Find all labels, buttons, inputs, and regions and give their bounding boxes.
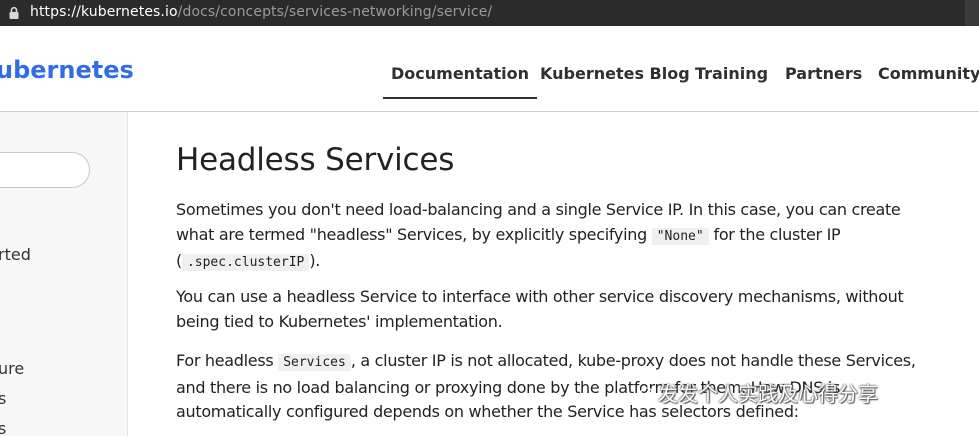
paragraph-headless-intro: Sometimes you don't need load-balancing … [176,198,936,276]
paragraph-headless-discovery: You can use a headless Service to interf… [176,287,904,331]
page-title: Headless Services [176,142,455,178]
code-none: "None" [651,227,709,245]
watermark: 发发个人实践及心得分享 [640,378,878,407]
lock-icon [9,6,19,19]
url-host: https://kubernetes.io [30,4,178,20]
addr-bar-edge [965,0,979,26]
docs-sidebar: rted ure s s [0,112,128,436]
para3-text-1: For headless [176,351,279,370]
sidebar-item-architecture[interactable]: ure [0,359,24,378]
nav-kubernetes-blog[interactable]: Kubernetes Blog [540,64,690,83]
sidebar-search-input[interactable] [0,152,90,188]
browser-address-bar[interactable]: https://kubernetes.io/docs/concepts/serv… [0,0,979,26]
main-nav: Documentation Kubernetes Blog Training P… [0,64,979,104]
sidebar-item-containers[interactable]: s [0,389,6,408]
sidebar-item-getting-started[interactable]: rted [0,245,31,264]
wechat-icon [640,387,656,401]
site-header: ubernetes Documentation Kubernetes Blog … [0,26,979,112]
url-path: /docs/concepts/services-networking/servi… [177,4,493,20]
nav-training[interactable]: Training [695,64,768,83]
nav-documentation[interactable]: Documentation [382,64,538,99]
url-text[interactable]: https://kubernetes.io/docs/concepts/serv… [30,4,492,20]
sidebar-item-workloads[interactable]: s [0,419,6,436]
nav-community[interactable]: Community [878,64,979,83]
code-spec-clusterip: .spec.clusterIP [181,254,310,271]
para1-text-3: ). [309,251,321,270]
code-services: Services [278,354,351,371]
nav-partners[interactable]: Partners [785,64,862,83]
watermark-text: 发发个人实践及心得分享 [658,382,878,406]
